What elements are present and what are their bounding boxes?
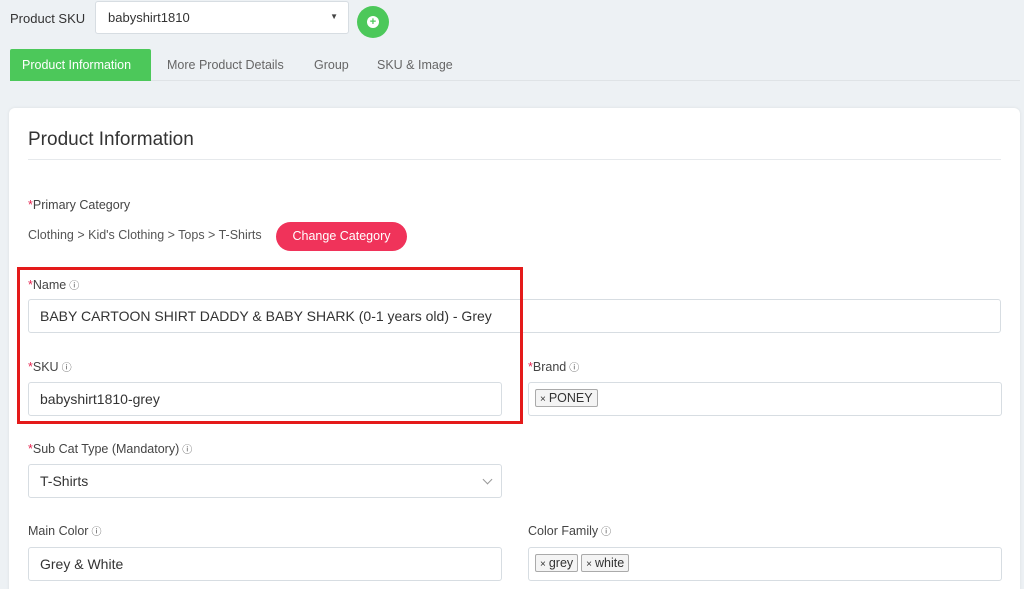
divider bbox=[28, 159, 1001, 160]
main-color-input[interactable]: Grey & White bbox=[28, 547, 502, 581]
info-icon: ⓘ bbox=[91, 527, 102, 538]
tab-more-product-details[interactable]: More Product Details bbox=[167, 49, 284, 81]
color-tag: × white bbox=[581, 554, 630, 572]
main-color-label: Main Color ⓘ bbox=[28, 524, 102, 538]
product-sku-value: babyshirt1810 bbox=[108, 10, 190, 25]
tab-bar: Product Information More Product Details… bbox=[10, 49, 1020, 81]
info-icon: ⓘ bbox=[601, 527, 612, 538]
brand-tag: × PONEY bbox=[535, 389, 598, 407]
brand-label: *Brand ⓘ bbox=[528, 360, 580, 374]
add-sku-button[interactable]: + bbox=[357, 6, 389, 38]
change-category-button[interactable]: Change Category bbox=[276, 222, 407, 251]
tab-group[interactable]: Group bbox=[314, 49, 349, 81]
brand-tag-input[interactable]: × PONEY bbox=[528, 382, 1002, 416]
section-title: Product Information bbox=[28, 129, 194, 150]
top-bar: Product SKU babyshirt1810 ▼ + bbox=[0, 0, 1024, 44]
highlight-annotation-box bbox=[17, 267, 523, 424]
color-family-label: Color Family ⓘ bbox=[528, 524, 612, 538]
info-icon: ⓘ bbox=[182, 445, 193, 456]
tab-sku-image[interactable]: SKU & Image bbox=[377, 49, 453, 81]
remove-tag-icon[interactable]: × bbox=[586, 559, 592, 570]
sub-cat-type-select[interactable]: T-Shirts bbox=[28, 464, 502, 498]
sub-cat-type-value: T-Shirts bbox=[40, 473, 89, 489]
color-family-tag-input[interactable]: × grey × white bbox=[528, 547, 1002, 581]
primary-category-label: *Primary Category bbox=[28, 198, 131, 212]
color-tag: × grey bbox=[535, 554, 579, 572]
tab-product-information[interactable]: Product Information bbox=[10, 49, 151, 81]
product-sku-select[interactable]: babyshirt1810 ▼ bbox=[95, 1, 349, 34]
info-icon: ⓘ bbox=[569, 363, 580, 374]
remove-tag-icon[interactable]: × bbox=[540, 394, 546, 405]
product-sku-label: Product SKU bbox=[10, 11, 86, 26]
sub-cat-type-label: *Sub Cat Type (Mandatory) ⓘ bbox=[28, 442, 193, 456]
caret-down-icon: ▼ bbox=[330, 12, 338, 21]
category-breadcrumb: Clothing > Kid's Clothing > Tops > T-Shi… bbox=[28, 228, 262, 242]
chevron-down-icon bbox=[482, 474, 493, 485]
remove-tag-icon[interactable]: × bbox=[540, 559, 546, 570]
plus-circle-icon: + bbox=[367, 16, 379, 28]
